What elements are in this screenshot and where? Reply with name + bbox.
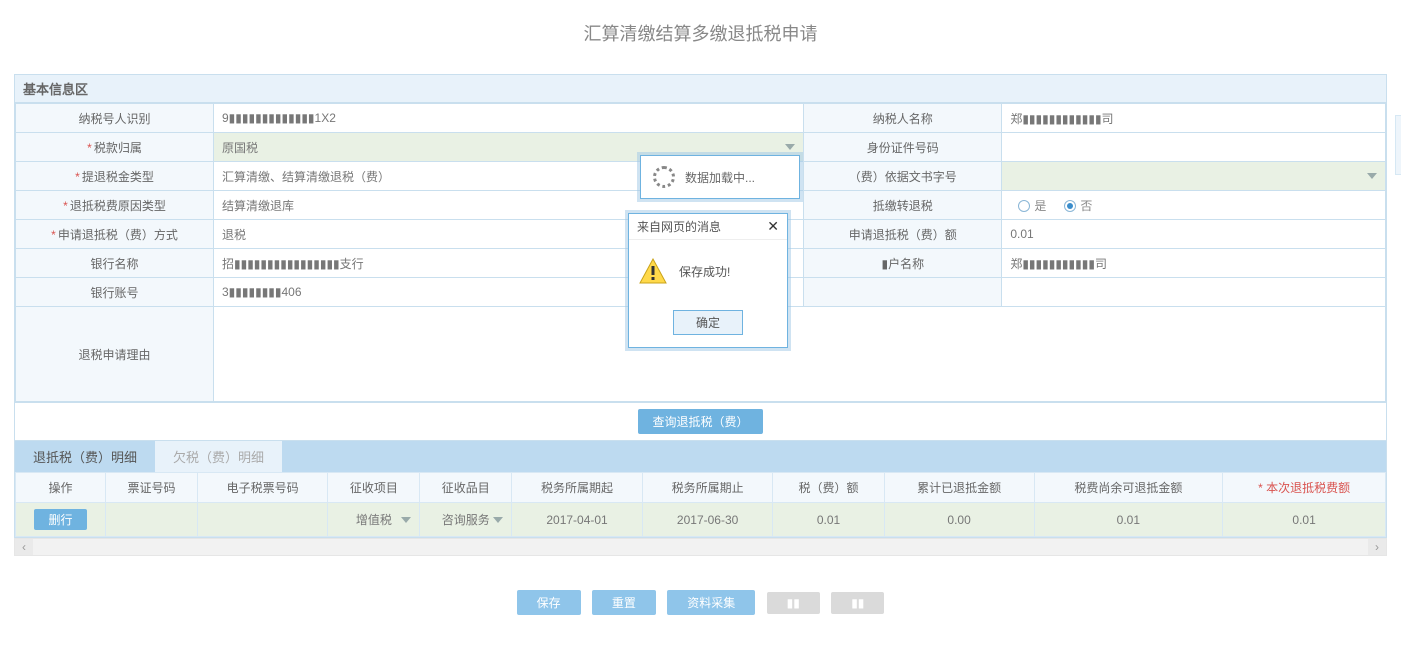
warning-icon [639,258,667,284]
dialog-message: 保存成功! [679,263,730,280]
dialog-titlebar: 来自网页的消息 ✕ [629,214,787,240]
close-icon[interactable]: ✕ [767,218,779,235]
dialog-title-text: 来自网页的消息 [637,218,721,235]
loading-toast: 数据加载中... [640,155,800,199]
message-dialog: 来自网页的消息 ✕ 保存成功! 确定 [628,213,788,348]
modal-overlay: 数据加载中... 来自网页的消息 ✕ 保存成功! 确定 [0,0,1401,622]
dialog-body: 保存成功! [629,240,787,302]
spinner-icon [653,166,675,188]
ok-button[interactable]: 确定 [673,310,743,335]
loading-text: 数据加载中... [685,169,755,186]
